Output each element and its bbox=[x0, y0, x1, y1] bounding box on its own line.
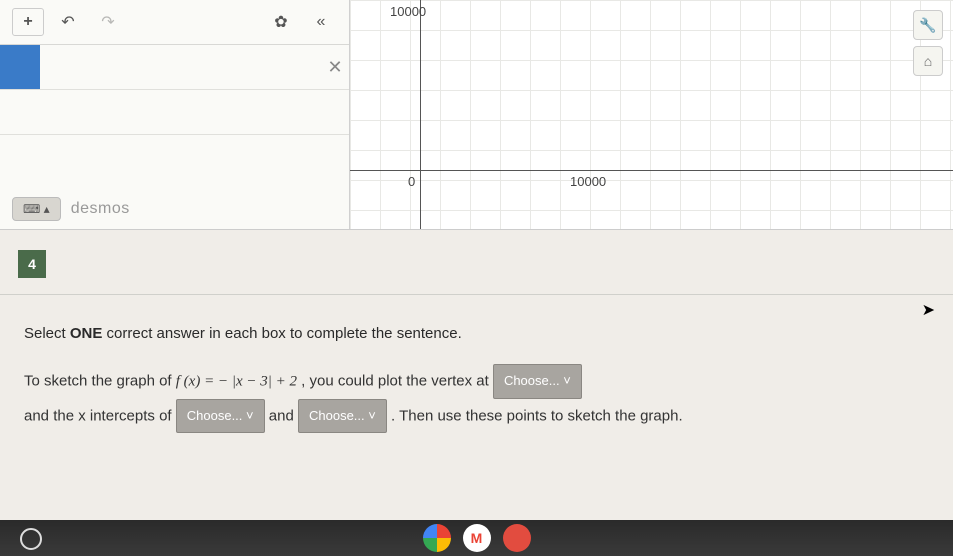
graph-tools: 🔧 ⌂ bbox=[913, 10, 943, 76]
expression-panel: + ↶ ↷ ✿ « ✕ ⌨ ▴ desmos bbox=[0, 0, 350, 229]
line2-text-b: and bbox=[269, 407, 298, 424]
expression-row-2[interactable] bbox=[0, 90, 349, 135]
settings-gear-icon[interactable]: ✿ bbox=[265, 8, 297, 36]
wrench-icon[interactable]: 🔧 bbox=[913, 10, 943, 40]
sentence-line-1: To sketch the graph of f (x) = − |x − 3|… bbox=[24, 364, 929, 399]
x-axis bbox=[350, 170, 953, 171]
cursor-icon: ➤ bbox=[922, 300, 935, 320]
gmail-icon[interactable]: M bbox=[463, 524, 491, 552]
add-expression-button[interactable]: + bbox=[12, 8, 44, 36]
line2-text-c: . Then use these points to sketch the gr… bbox=[391, 407, 683, 424]
chrome-icon[interactable] bbox=[423, 524, 451, 552]
instr-text-a: Select bbox=[24, 325, 70, 342]
question-block: 4 Select ONE correct answer in each box … bbox=[0, 230, 953, 455]
graph-area[interactable]: 10000 0 10000 🔧 ⌂ bbox=[350, 0, 953, 229]
undo-button[interactable]: ↶ bbox=[52, 8, 84, 36]
xintercept2-dropdown[interactable]: Choose... ˅ bbox=[298, 399, 387, 434]
origin-label: 0 bbox=[408, 174, 415, 189]
expression-color-swatch[interactable] bbox=[0, 45, 40, 89]
question-instructions: Select ONE correct answer in each box to… bbox=[24, 317, 929, 350]
collapse-panel-button[interactable]: « bbox=[305, 8, 337, 36]
x-tick-label: 10000 bbox=[570, 174, 606, 189]
line1-text-a: To sketch the graph of bbox=[24, 372, 176, 389]
line2-text-a: and the x intercepts of bbox=[24, 407, 176, 424]
app-icon[interactable] bbox=[503, 524, 531, 552]
instr-text-c: correct answer in each box to complete t… bbox=[102, 325, 461, 342]
keypad-toggle-button[interactable]: ⌨ ▴ bbox=[12, 197, 61, 221]
taskbar: M bbox=[0, 520, 953, 556]
home-zoom-button[interactable]: ⌂ bbox=[913, 46, 943, 76]
sentence-line-2: and the x intercepts of Choose... ˅ and … bbox=[24, 399, 929, 434]
y-tick-label: 10000 bbox=[390, 4, 426, 19]
xintercept1-dropdown[interactable]: Choose... ˅ bbox=[176, 399, 265, 434]
delete-expression-icon[interactable]: ✕ bbox=[321, 45, 349, 89]
expression-input-2[interactable] bbox=[40, 90, 349, 134]
expression-input-1[interactable] bbox=[40, 45, 321, 89]
expression-row-1[interactable]: ✕ bbox=[0, 45, 349, 90]
redo-button[interactable]: ↷ bbox=[92, 8, 124, 36]
desmos-logo: desmos bbox=[71, 200, 130, 218]
graph-grid bbox=[350, 0, 953, 229]
question-number-badge: 4 bbox=[18, 250, 46, 278]
instr-text-bold: ONE bbox=[70, 325, 103, 342]
line1-text-b: , you could plot the vertex at bbox=[301, 372, 493, 389]
calc-toolbar: + ↶ ↷ ✿ « bbox=[0, 0, 349, 45]
math-expression: f (x) = − |x − 3| + 2 bbox=[176, 373, 297, 389]
y-axis bbox=[420, 0, 421, 229]
vertex-dropdown[interactable]: Choose... ˅ bbox=[493, 364, 582, 399]
search-circle-icon[interactable] bbox=[20, 528, 42, 550]
expression-color-swatch-empty bbox=[0, 90, 40, 134]
